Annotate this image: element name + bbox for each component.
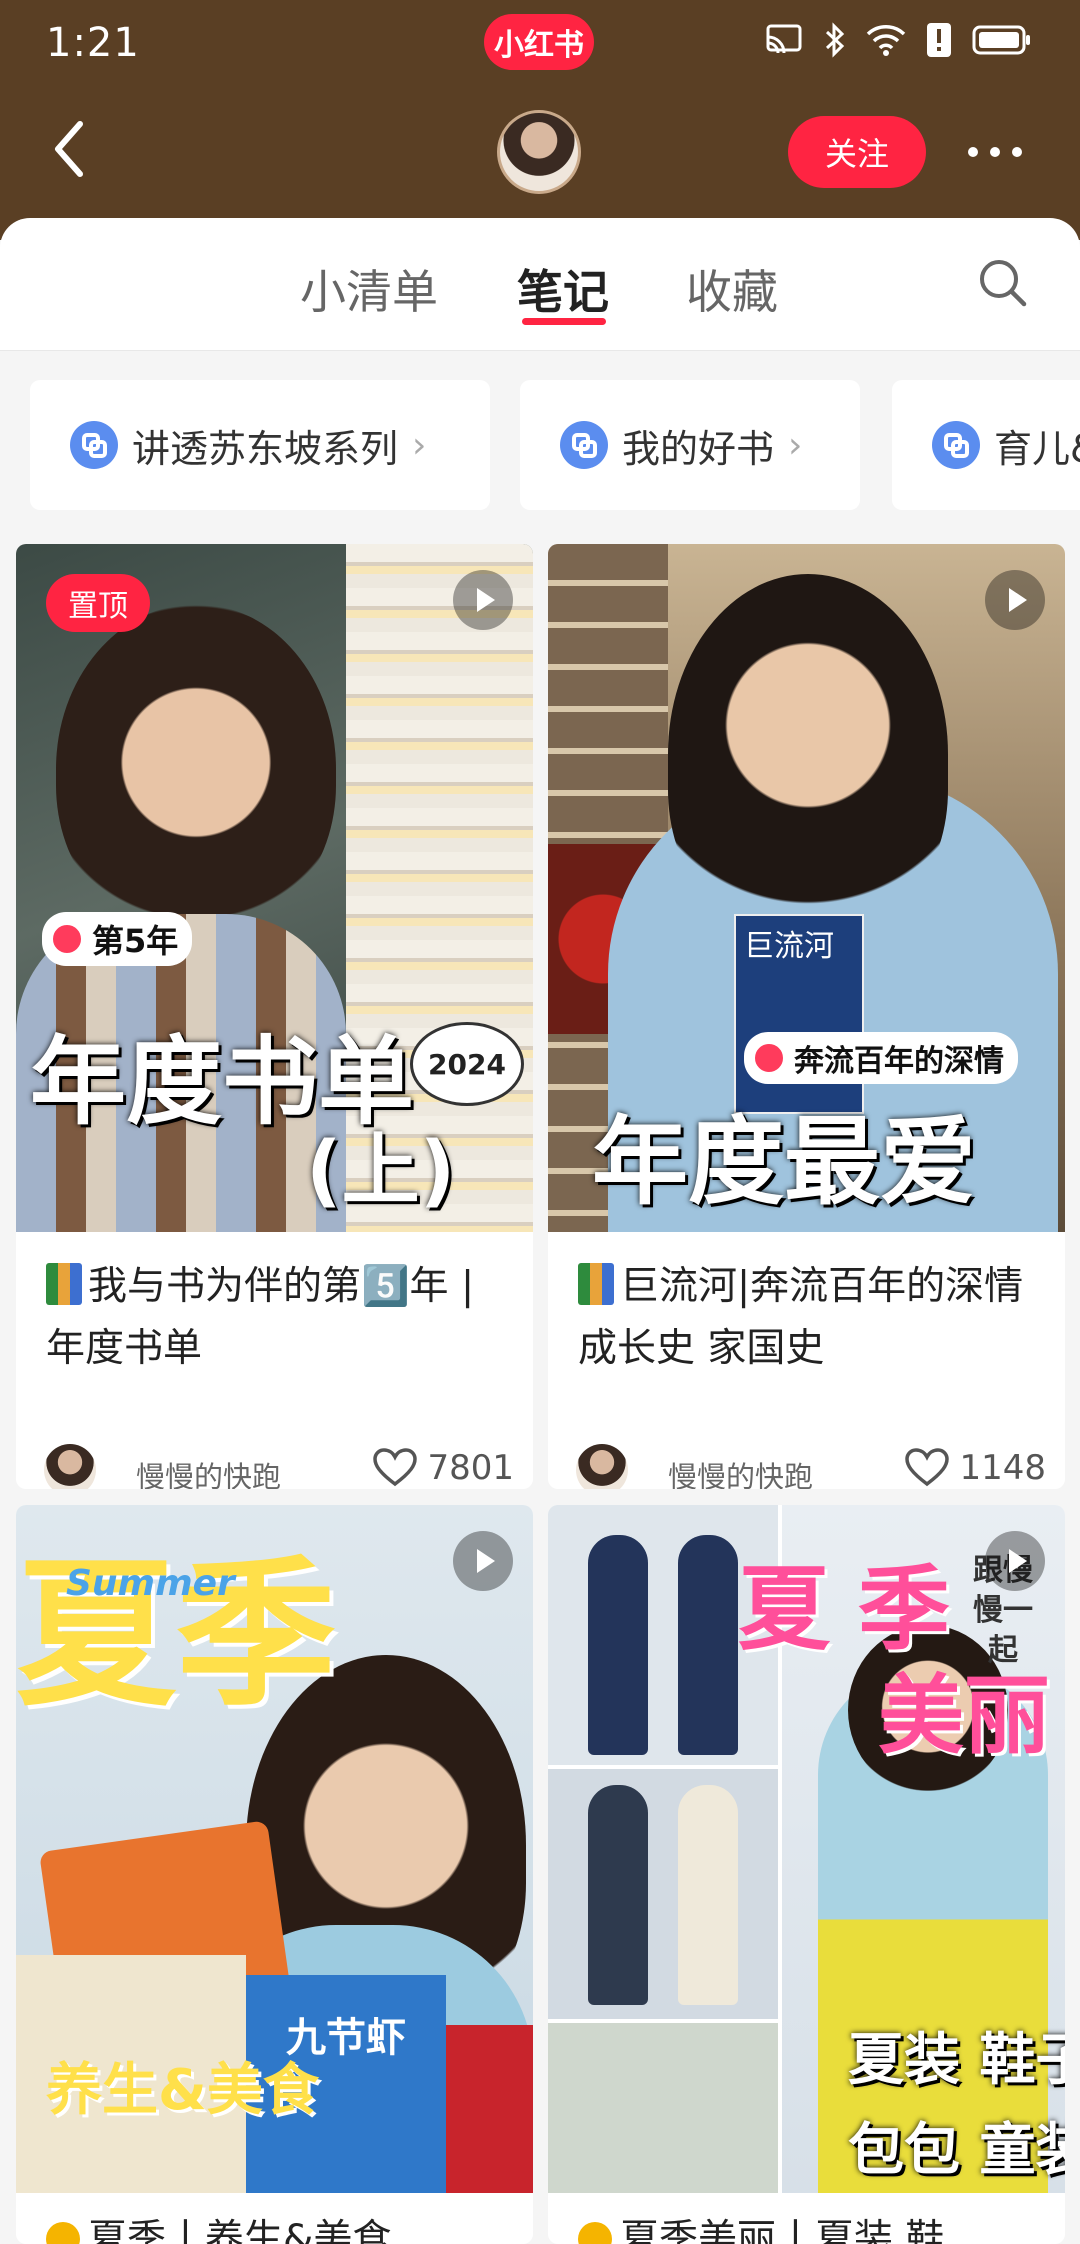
status-bar: 1:21 小红书 (0, 0, 1080, 90)
books-icon (46, 1263, 82, 1305)
like-button[interactable]: 1148 (905, 1448, 1046, 1488)
video-play-icon (453, 1531, 513, 1591)
cover-tag: Summer (66, 1563, 235, 1604)
note-card[interactable]: 夏 季 跟慢慢一起 美丽 夏装 鞋子 包包 童装 夏季美丽丨夏装 鞋 (548, 1505, 1065, 2244)
collection-label: 讲透苏东坡系列 (132, 426, 399, 471)
alert-icon (927, 23, 951, 57)
note-title: 我与书为伴的第5️⃣年 | 年度书单 (46, 1263, 475, 1371)
tab-checklist[interactable]: 小清单 (300, 256, 438, 322)
like-button[interactable]: 7801 (373, 1448, 514, 1488)
collection-chip-sudongpo[interactable]: 讲透苏东坡系列 › (30, 380, 490, 510)
collection-chip-parenting[interactable]: 育儿& (892, 380, 1080, 510)
profile-header: 1:21 小红书 关注 (0, 0, 1080, 240)
author-name[interactable]: 慢慢的快跑 (668, 1454, 813, 1489)
cover-bottom-text: 养生&美食 (46, 2058, 319, 2123)
collection-chip-good-books[interactable]: 我的好书 › (520, 380, 860, 510)
like-count: 7801 (427, 1448, 514, 1488)
author-avatar[interactable] (576, 1444, 628, 1489)
wifi-icon (866, 25, 906, 56)
cover-sticker: 奔流百年的深情 (744, 1032, 1018, 1084)
collection-icon (70, 421, 118, 469)
cover-sticker: 第5年 (42, 912, 193, 966)
top-nav: 关注 (0, 100, 1080, 210)
more-options-icon[interactable] (968, 142, 1038, 162)
note-cover: 夏 季 跟慢慢一起 美丽 夏装 鞋子 包包 童装 (548, 1505, 1065, 2193)
cover-bottom-text-2: 包包 童装 (848, 2118, 1065, 2183)
books-icon (578, 1263, 614, 1305)
heart-icon (373, 1448, 418, 1487)
sun-icon (46, 2222, 80, 2244)
chevron-right-icon: › (788, 424, 803, 466)
note-cover: 九节虾 夏季 Summer 养生&美食 (16, 1505, 533, 2193)
collection-icon (560, 421, 608, 469)
system-icons (764, 22, 1032, 58)
note-card[interactable]: 置顶 第5年 年度书单 2024 (上) 我与书为伴的第5️⃣年 | 年度书单 … (16, 544, 533, 1489)
video-play-icon (453, 570, 513, 630)
cover-headline-1: 夏 (738, 1556, 831, 1663)
video-play-icon (985, 1531, 1045, 1591)
pinned-badge: 置顶 (46, 574, 150, 632)
author-avatar[interactable] (44, 1444, 96, 1489)
collection-chips: 讲透苏东坡系列 › 我的好书 › 育儿& (0, 380, 1080, 514)
cover-headline-3: 美丽 (878, 1666, 1050, 1766)
bluetooth-icon (825, 22, 845, 58)
note-card[interactable]: 巨流河 奔流百年的深情 年度最爱 巨流河|奔流百年的深情 成长史 家国史 慢慢的… (548, 544, 1065, 1489)
profile-avatar[interactable] (497, 110, 581, 194)
active-tab-indicator (522, 318, 606, 325)
note-title: 夏季丨养生&美食 (46, 2209, 506, 2244)
collection-label: 育儿& (994, 426, 1080, 471)
sun-icon (578, 2222, 612, 2244)
tab-notes[interactable]: 笔记 (517, 256, 609, 322)
status-time: 1:21 (46, 20, 140, 66)
back-arrow-icon[interactable] (44, 114, 104, 184)
note-card[interactable]: 九节虾 夏季 Summer 养生&美食 夏季丨养生&美食 (16, 1505, 533, 2244)
heart-icon (905, 1448, 950, 1487)
note-meta: 慢慢的快跑 7801 (44, 1440, 514, 1489)
cover-headline: 年度最爱 (592, 1106, 976, 1218)
battery-icon (972, 25, 1030, 55)
video-play-icon (985, 570, 1045, 630)
chevron-right-icon: › (412, 424, 427, 466)
year-sticker: 2024 (410, 1022, 524, 1106)
cover-subheadline: (上) (306, 1126, 456, 1216)
follow-button[interactable]: 关注 (788, 116, 926, 188)
note-title: 夏季美丽丨夏装 鞋 (578, 2209, 1038, 2244)
cast-icon (766, 24, 802, 54)
app-brand-badge: 小红书 (484, 14, 594, 70)
like-count: 1148 (959, 1448, 1046, 1488)
collection-label: 我的好书 (622, 426, 775, 471)
collection-icon (932, 421, 980, 469)
author-name[interactable]: 慢慢的快跑 (136, 1454, 281, 1489)
search-icon[interactable] (976, 256, 1030, 310)
profile-tabs: 小清单 笔记 收藏 (0, 218, 1080, 351)
note-meta: 慢慢的快跑 1148 (576, 1440, 1046, 1489)
cover-bottom-text-1: 夏装 鞋子 (848, 2028, 1065, 2093)
note-cover: 巨流河 奔流百年的深情 年度最爱 (548, 544, 1065, 1232)
tab-favorites[interactable]: 收藏 (686, 256, 778, 322)
note-title: 巨流河|奔流百年的深情 成长史 家国史 (578, 1263, 1024, 1371)
cover-headline: 夏季 (16, 1541, 337, 1728)
note-cover: 置顶 第5年 年度书单 2024 (上) (16, 544, 533, 1232)
